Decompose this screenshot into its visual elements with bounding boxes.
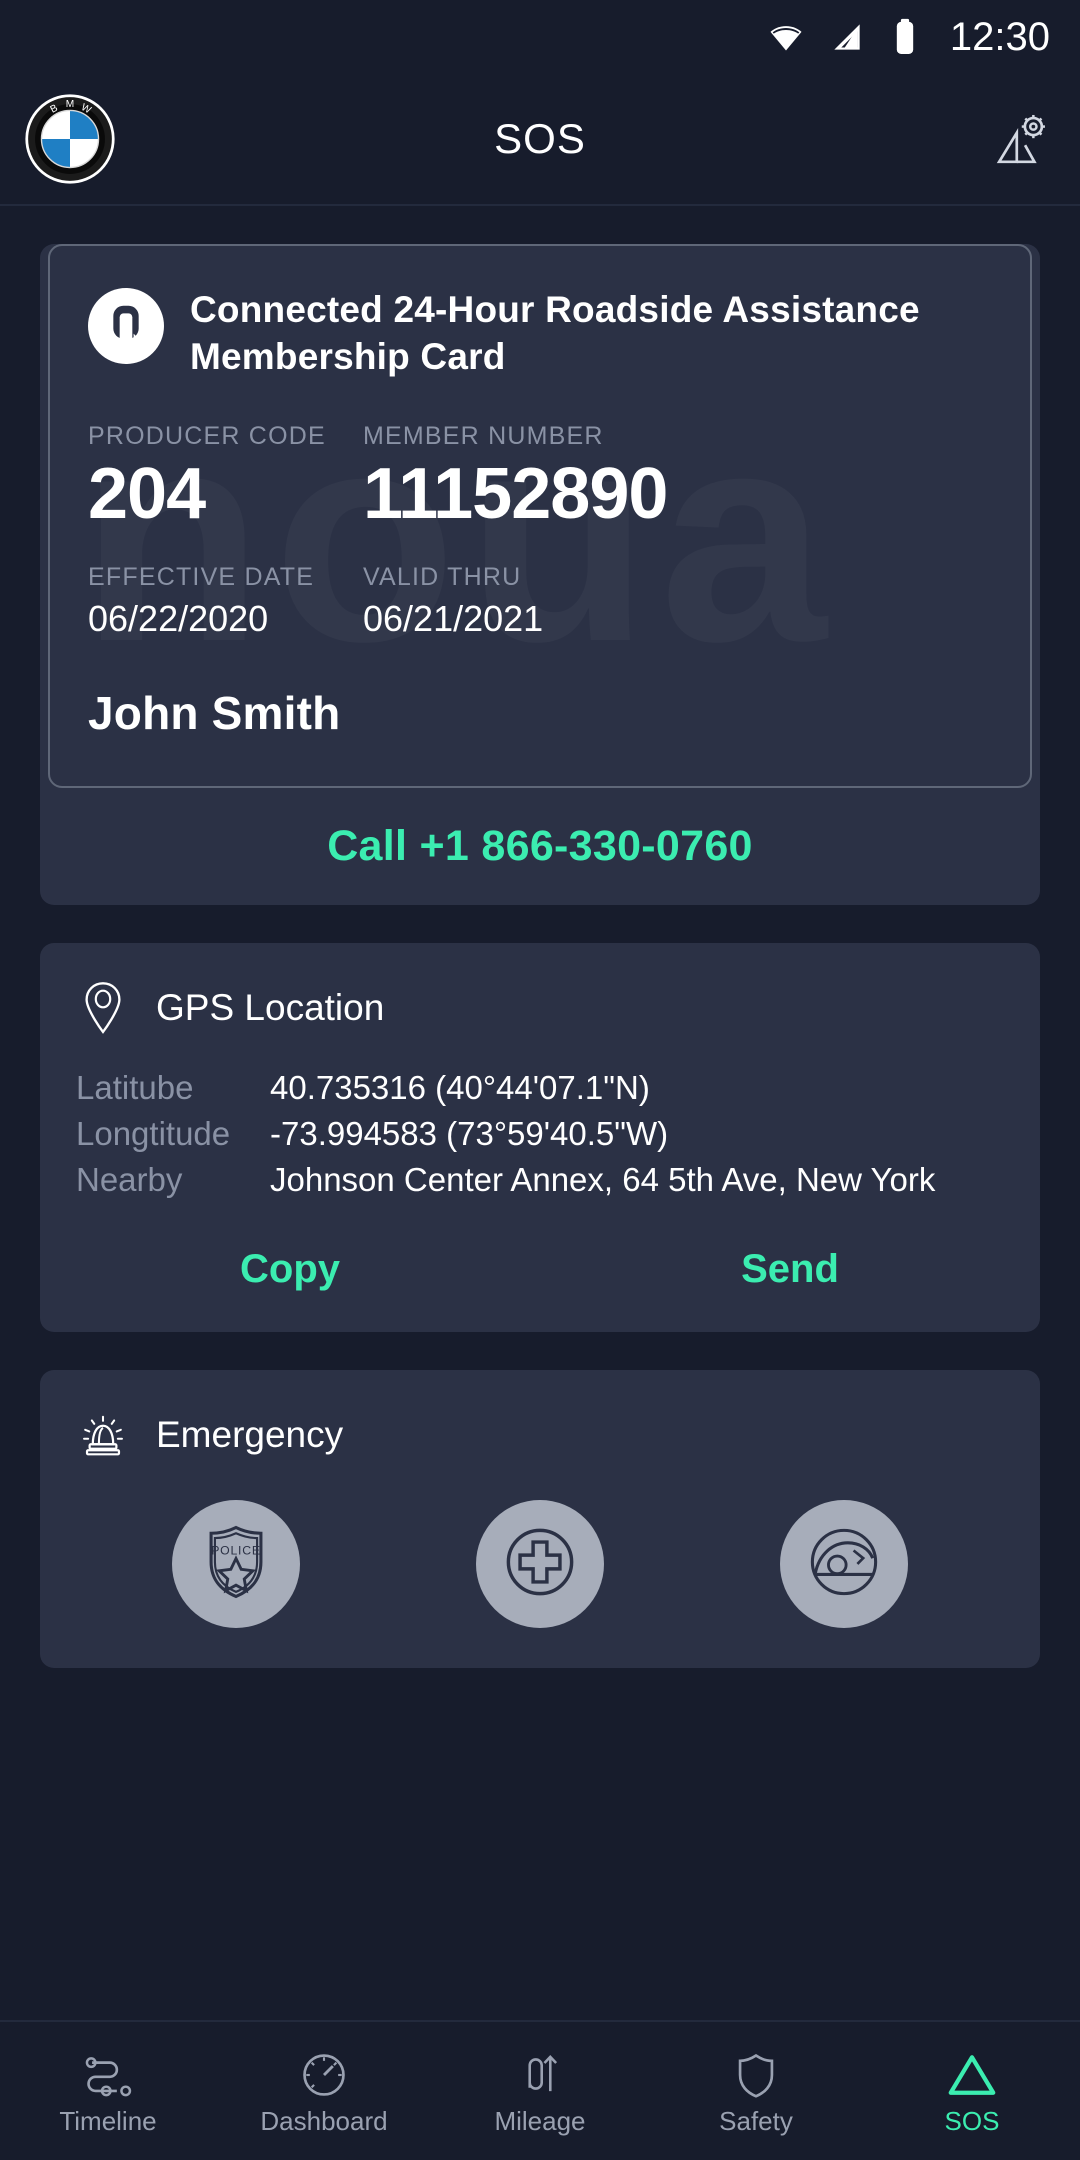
valid-thru-label: VALID THRU — [363, 563, 522, 591]
membership-card: noua Connected 24-Hour Roadside Assistan… — [48, 244, 1032, 788]
nav-label-timeline: Timeline — [59, 2105, 157, 2136]
copy-cell: Copy — [40, 1247, 540, 1292]
nearby-value: Johnson Center Annex, 64 5th Ave, New Yo… — [270, 1161, 936, 1198]
nav-label-safety: Safety — [719, 2105, 793, 2136]
producer-code-label: PRODUCER CODE — [88, 422, 326, 450]
status-bar: 12:30 — [0, 0, 1080, 74]
nav-item-safety[interactable]: Safety — [648, 2046, 864, 2137]
page-title: SOS — [494, 115, 586, 162]
gps-row: Nearby Johnson Center Annex, 64 5th Ave,… — [76, 1157, 1004, 1203]
status-time: 12:30 — [949, 14, 1050, 59]
gps-title: GPS Location — [156, 987, 385, 1028]
latitude-value: 40.735316 (40°44'07.1"N) — [270, 1069, 650, 1106]
copy-button[interactable]: Copy — [240, 1247, 340, 1291]
fire-helmet-icon — [798, 1516, 890, 1613]
longitude-label: Longtitude — [76, 1115, 231, 1152]
gps-rows: Latitube 40.735316 (40°44'07.1"N) Longti… — [40, 1035, 1040, 1203]
sos-screen: 12:30 B M W SOS Connected 24-Hour Roadsi… — [0, 0, 1080, 2160]
card-title: Connected 24-Hour Roadside Assistance Me… — [190, 289, 920, 377]
nav-item-dashboard[interactable]: Dashboard — [216, 2046, 432, 2137]
emergency-buttons: POLICE — [40, 1462, 1040, 1628]
fire-button[interactable] — [780, 1500, 908, 1628]
member-number-block: MEMBER NUMBER 11152890 — [363, 422, 992, 533]
medical-button[interactable] — [476, 1500, 604, 1628]
nav-label-mileage: Mileage — [494, 2105, 586, 2136]
bottom-navigation: Timeline Dashboard Mileage Safety SOS — [0, 2020, 1080, 2160]
membership-panel: noua Connected 24-Hour Roadside Assistan… — [40, 244, 1040, 905]
longitude-value: -73.994583 (73°59'40.5"W) — [270, 1115, 669, 1152]
shield-icon — [733, 2046, 779, 2098]
gps-actions: Copy Send — [40, 1203, 1040, 1332]
member-name: John Smith — [88, 687, 341, 739]
emergency-title: Emergency — [156, 1414, 344, 1455]
valid-thru-block: VALID THRU 06/21/2021 — [363, 563, 992, 642]
nav-item-sos[interactable]: SOS — [864, 2046, 1080, 2137]
valid-thru-value: 06/21/2021 — [363, 598, 544, 639]
police-badge-icon: POLICE — [190, 1516, 282, 1613]
emergency-header: Emergency — [40, 1370, 1040, 1462]
producer-code-value: 204 — [88, 454, 206, 534]
gps-row: Longtitude -73.994583 (73°59'40.5"W) — [76, 1111, 1004, 1157]
scroll-content[interactable]: noua Connected 24-Hour Roadside Assistan… — [0, 206, 1080, 2020]
call-row: Call +1 866-330-0760 — [40, 788, 1040, 905]
emergency-panel: Emergency POLICE — [40, 1370, 1040, 1668]
wifi-icon — [766, 17, 806, 57]
siren-icon — [76, 1408, 130, 1462]
medical-cross-icon — [494, 1516, 586, 1613]
svg-text:M: M — [66, 99, 74, 110]
gps-panel: GPS Location Latitube 40.735316 (40°44'0… — [40, 943, 1040, 1332]
nav-label-sos: SOS — [944, 2105, 1000, 2136]
triangle-icon — [946, 2046, 998, 2098]
warning-triangle-gear-icon[interactable] — [992, 108, 1054, 170]
nav-item-timeline[interactable]: Timeline — [0, 2046, 216, 2137]
roadside-assistance-logo — [88, 288, 164, 364]
timeline-icon — [81, 2046, 135, 2098]
mileage-icon — [516, 2046, 564, 2098]
gps-row: Latitube 40.735316 (40°44'07.1"N) — [76, 1065, 1004, 1111]
gauge-icon — [299, 2046, 349, 2098]
battery-icon — [888, 18, 922, 56]
call-roadside-button[interactable]: Call +1 866-330-0760 — [327, 822, 753, 871]
nav-label-dashboard: Dashboard — [260, 2105, 388, 2136]
svg-text:POLICE: POLICE — [211, 1543, 261, 1557]
gps-header: GPS Location — [40, 943, 1040, 1035]
map-pin-icon — [76, 981, 130, 1035]
effective-date-block: EFFECTIVE DATE 06/22/2020 — [88, 563, 363, 642]
member-number-label: MEMBER NUMBER — [363, 422, 604, 450]
effective-date-value: 06/22/2020 — [88, 598, 269, 639]
police-button[interactable]: POLICE — [172, 1500, 300, 1628]
producer-code-block: PRODUCER CODE 204 — [88, 422, 363, 533]
nav-item-mileage[interactable]: Mileage — [432, 2046, 648, 2137]
send-cell: Send — [540, 1247, 1040, 1292]
effective-date-label: EFFECTIVE DATE — [88, 563, 315, 591]
nearby-label: Nearby — [76, 1161, 183, 1198]
cellular-signal-icon — [828, 18, 866, 56]
member-number-value: 11152890 — [363, 454, 668, 534]
latitude-label: Latitube — [76, 1069, 194, 1106]
send-button[interactable]: Send — [741, 1247, 839, 1291]
app-bar: B M W SOS — [0, 74, 1080, 206]
